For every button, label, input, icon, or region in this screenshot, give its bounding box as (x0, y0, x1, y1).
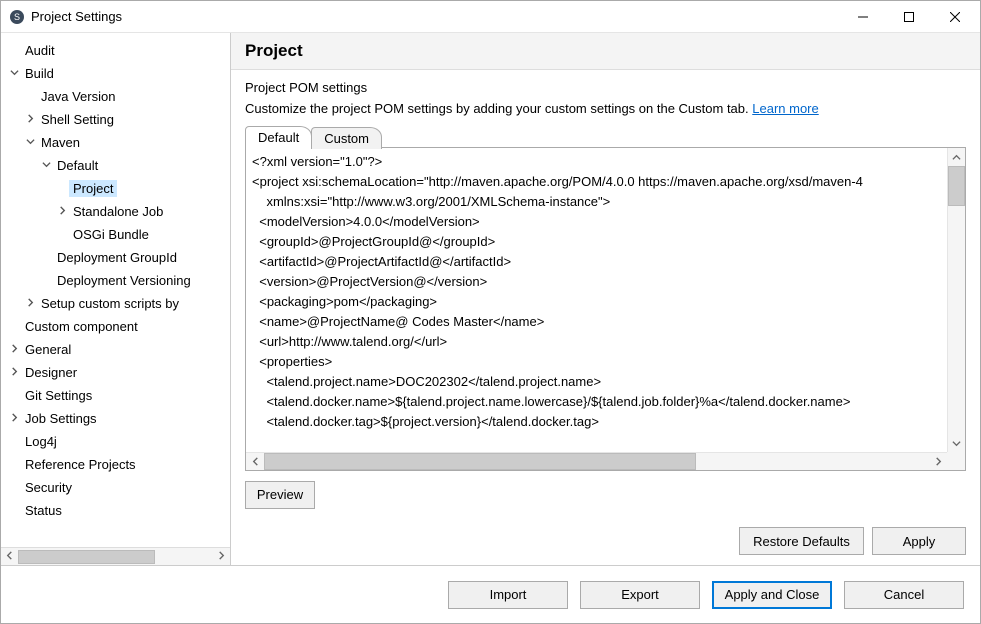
scrollbar-thumb[interactable] (948, 166, 965, 206)
scrollbar-thumb[interactable] (264, 453, 696, 470)
tree-item[interactable]: Java Version (1, 85, 230, 108)
maximize-button[interactable] (886, 1, 932, 32)
scroll-up-icon[interactable] (948, 148, 965, 166)
tree-item[interactable]: Deployment GroupId (1, 246, 230, 269)
tree-item[interactable]: Status (1, 499, 230, 522)
editor-h-scrollbar[interactable] (246, 452, 947, 470)
scroll-left-icon[interactable] (5, 551, 14, 563)
scroll-right-icon[interactable] (929, 457, 947, 466)
pom-tab-row: Default Custom (245, 126, 966, 148)
tree-item-label: Security (21, 479, 76, 496)
tab-custom[interactable]: Custom (311, 127, 382, 149)
svg-text:S: S (14, 12, 20, 22)
tree-item-label: Deployment Versioning (53, 272, 195, 289)
scroll-corner (947, 452, 965, 470)
tree-expand-icon[interactable] (39, 160, 53, 172)
tree-item[interactable]: Job Settings (1, 407, 230, 430)
tree-item[interactable]: Log4j (1, 430, 230, 453)
tree-item[interactable]: Default (1, 154, 230, 177)
tree-item[interactable]: Standalone Job (1, 200, 230, 223)
tree-item-label: Reference Projects (21, 456, 140, 473)
learn-more-link[interactable]: Learn more (752, 101, 818, 116)
apply-button[interactable]: Apply (872, 527, 966, 555)
restore-defaults-button[interactable]: Restore Defaults (739, 527, 864, 555)
page-title: Project (245, 41, 966, 61)
tree-item[interactable]: Maven (1, 131, 230, 154)
tree-item[interactable]: OSGi Bundle (1, 223, 230, 246)
tree-item-label: Setup custom scripts by (37, 295, 183, 312)
pom-xml-text[interactable]: <?xml version="1.0"?> <project xsi:schem… (246, 148, 965, 436)
preview-button[interactable]: Preview (245, 481, 315, 509)
tree-item[interactable]: Reference Projects (1, 453, 230, 476)
scrollbar-thumb[interactable] (18, 550, 155, 564)
tree-item[interactable]: General (1, 338, 230, 361)
editor-v-scrollbar[interactable] (947, 148, 965, 452)
settings-tree: Audit Build Java Version Shell Setting Maven… (1, 33, 231, 565)
tree-item-label: Custom component (21, 318, 142, 335)
tree-expand-icon[interactable] (23, 137, 37, 149)
tree-item-label: Job Settings (21, 410, 101, 427)
tree-item-label: Designer (21, 364, 81, 381)
close-button[interactable] (932, 1, 978, 32)
scroll-right-icon[interactable] (217, 551, 226, 563)
pom-editor[interactable]: <?xml version="1.0"?> <project xsi:schem… (245, 147, 966, 471)
tree-item[interactable]: Audit (1, 39, 230, 62)
window-title: Project Settings (31, 9, 840, 24)
tree-item-label: General (21, 341, 75, 358)
tree-item[interactable]: Setup custom scripts by (1, 292, 230, 315)
tree-item-label: Build (21, 65, 58, 82)
scroll-left-icon[interactable] (246, 457, 264, 466)
tree-expand-icon[interactable] (7, 344, 21, 356)
tree-item-label: Git Settings (21, 387, 96, 404)
export-button[interactable]: Export (580, 581, 700, 609)
tree-item[interactable]: Security (1, 476, 230, 499)
titlebar: S Project Settings (1, 1, 980, 33)
tree-expand-icon[interactable] (7, 413, 21, 425)
tree-item[interactable]: Deployment Versioning (1, 269, 230, 292)
tree-item-label: Default (53, 157, 102, 174)
tree-expand-icon[interactable] (55, 206, 69, 218)
tree-item-label: Audit (21, 42, 59, 59)
tree-item[interactable]: Build (1, 62, 230, 85)
sidebar-h-scrollbar[interactable] (1, 547, 230, 565)
tree-item-label: Deployment GroupId (53, 249, 181, 266)
tree-item[interactable]: Designer (1, 361, 230, 384)
tree-item[interactable]: Custom component (1, 315, 230, 338)
minimize-button[interactable] (840, 1, 886, 32)
import-button[interactable]: Import (448, 581, 568, 609)
app-icon: S (9, 9, 25, 25)
tree-item-label: OSGi Bundle (69, 226, 153, 243)
page-description: Customize the project POM settings by ad… (245, 101, 966, 116)
page-header: Project (231, 33, 980, 70)
page-subtitle: Project POM settings (245, 80, 966, 95)
tree-item-label: Shell Setting (37, 111, 118, 128)
tree-expand-icon[interactable] (23, 298, 37, 310)
tree-expand-icon[interactable] (23, 114, 37, 126)
tree-expand-icon[interactable] (7, 367, 21, 379)
tree-item[interactable]: Project (1, 177, 230, 200)
tree-item-label: Log4j (21, 433, 61, 450)
dialog-footer: Import Export Apply and Close Cancel (1, 565, 980, 623)
tab-default[interactable]: Default (245, 126, 312, 148)
tree-item-label: Java Version (37, 88, 119, 105)
tree-item-label: Maven (37, 134, 84, 151)
tree-item[interactable]: Git Settings (1, 384, 230, 407)
tree-item-label: Status (21, 502, 66, 519)
tree-expand-icon[interactable] (7, 68, 21, 80)
tree-item[interactable]: Shell Setting (1, 108, 230, 131)
tree-item-label: Standalone Job (69, 203, 167, 220)
tree-item-label: Project (69, 180, 117, 197)
cancel-button[interactable]: Cancel (844, 581, 964, 609)
apply-and-close-button[interactable]: Apply and Close (712, 581, 832, 609)
scroll-down-icon[interactable] (948, 434, 965, 452)
